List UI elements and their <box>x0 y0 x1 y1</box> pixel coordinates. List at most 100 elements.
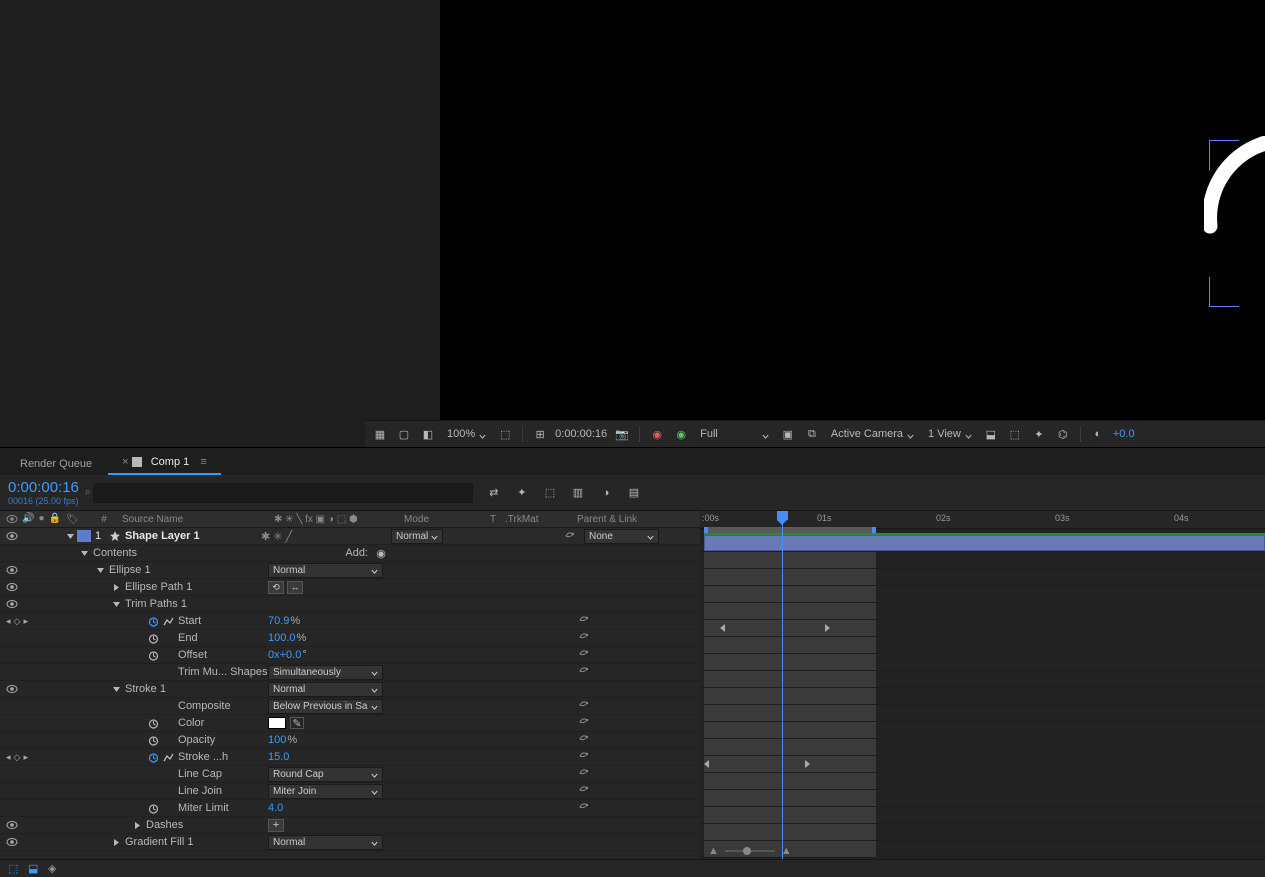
timeline-tracks[interactable]: :00s 01s 02s 03s 04s <box>700 511 1265 859</box>
layer-row[interactable]: 1 Shape Layer 1 ✱✳╱ Normal <box>0 528 700 545</box>
stopwatch-off-icon[interactable] <box>148 718 159 729</box>
track-row[interactable] <box>700 637 1265 654</box>
path-constrain-icon[interactable]: ↔ <box>287 581 303 594</box>
twirl-open-icon[interactable] <box>96 566 105 575</box>
path-direction-icon[interactable]: ⟲ <box>268 581 284 594</box>
pickwhip-icon[interactable] <box>578 766 592 780</box>
offset-value[interactable]: 0x+0.0 <box>268 649 307 661</box>
zoom-out-icon[interactable]: ▲ <box>708 845 719 857</box>
eye-icon[interactable] <box>6 564 18 576</box>
views-dropdown[interactable]: 1 View <box>924 428 976 440</box>
pickwhip-icon[interactable] <box>578 732 592 746</box>
pickwhip-icon[interactable] <box>578 630 592 644</box>
prop-stroke1[interactable]: Stroke 1 Normal <box>0 681 700 698</box>
col-source[interactable]: Source Name <box>118 514 270 525</box>
draft-3d-icon[interactable]: ✦ <box>513 484 531 502</box>
3d-icon[interactable]: ⬚ <box>1006 425 1024 443</box>
track-row[interactable] <box>700 654 1265 671</box>
exposure-reset-icon[interactable]: ◐ <box>1089 425 1107 443</box>
toggle-modes-icon[interactable]: ⬓ <box>28 862 42 876</box>
hide-shy-icon[interactable]: ⬚ <box>541 484 559 502</box>
pickwhip-icon[interactable] <box>578 613 592 627</box>
eye-icon[interactable] <box>6 836 18 848</box>
parent-dropdown[interactable]: None <box>584 529 659 544</box>
add-kf-icon[interactable]: ◇ <box>14 616 21 627</box>
track-row-strokew-kf[interactable] <box>700 756 1265 773</box>
pickwhip-icon[interactable] <box>578 800 592 814</box>
snapshot-layers-icon[interactable]: ▦ <box>371 425 389 443</box>
keyframe-ease-icon[interactable] <box>704 760 709 768</box>
track-row[interactable] <box>700 739 1265 756</box>
track-row[interactable] <box>700 807 1265 824</box>
col-t[interactable]: T <box>485 514 501 525</box>
track-row-start-kf[interactable] <box>700 620 1265 637</box>
fast-preview-icon[interactable]: ▣ <box>779 425 797 443</box>
pixel-aspect-icon[interactable]: ⬓ <box>982 425 1000 443</box>
col-parent[interactable]: Parent & Link <box>573 514 700 525</box>
frame-blend-icon[interactable]: ▥ <box>569 484 587 502</box>
keyframe-ease-icon[interactable] <box>805 760 810 768</box>
color-mgmt-icon[interactable]: ◉ <box>672 425 690 443</box>
track-row[interactable] <box>700 722 1265 739</box>
track-row[interactable] <box>700 773 1265 790</box>
camera-snapshot-icon[interactable]: 📷 <box>613 425 631 443</box>
stroke-width-value[interactable]: 15.0 <box>268 751 289 763</box>
track-row[interactable] <box>700 535 1265 552</box>
prev-kf-icon[interactable]: ◂ <box>6 616 11 627</box>
grid-icon[interactable]: ⊞ <box>531 425 549 443</box>
col-trkmat[interactable]: .TrkMat <box>501 514 573 525</box>
track-row[interactable] <box>700 688 1265 705</box>
tab-menu-icon[interactable]: ≡ <box>200 456 206 468</box>
effects-icon[interactable]: ✦ <box>1030 425 1048 443</box>
col-mode[interactable]: Mode <box>400 514 485 525</box>
track-row[interactable] <box>700 569 1265 586</box>
prop-ellipse1[interactable]: Ellipse 1 Normal <box>0 562 700 579</box>
twirl-open-icon[interactable] <box>66 532 75 541</box>
cti-head[interactable] <box>777 511 788 520</box>
trim-mult-dropdown[interactable]: Simultaneously <box>268 665 383 680</box>
timeline-search[interactable]: ⌕ <box>79 483 473 503</box>
eye-icon[interactable] <box>6 819 18 831</box>
stopwatch-on-icon[interactable] <box>148 616 159 627</box>
timeline-zoom-slider[interactable]: ▲ ▲ <box>708 845 792 857</box>
eye-icon[interactable] <box>6 598 18 610</box>
eye-icon[interactable] <box>6 530 18 542</box>
toggle-mask-icon[interactable]: ◧ <box>419 425 437 443</box>
pickwhip-icon[interactable] <box>578 749 592 763</box>
pickwhip-icon[interactable] <box>578 647 592 661</box>
motion-blur-icon[interactable]: ◑ <box>597 484 615 502</box>
graph-editor-icon[interactable]: ▤ <box>625 484 643 502</box>
exposure-value[interactable]: +0.0 <box>1113 428 1135 440</box>
eye-icon[interactable] <box>6 683 18 695</box>
comp-mini-flowchart-icon[interactable]: ⇄ <box>485 484 503 502</box>
pickwhip-icon[interactable] <box>578 715 592 729</box>
camera-dropdown[interactable]: Active Camera <box>827 428 918 440</box>
keyframe-ease-icon[interactable] <box>720 624 725 632</box>
pickwhip-icon[interactable] <box>578 783 592 797</box>
eyedropper-icon[interactable]: ✎ <box>290 717 304 729</box>
stopwatch-off-icon[interactable] <box>148 803 159 814</box>
track-row[interactable] <box>700 790 1265 807</box>
gradient-mode-dropdown[interactable]: Normal <box>268 835 383 850</box>
prop-dashes[interactable]: Dashes + <box>0 817 700 834</box>
graph-icon[interactable] <box>163 752 174 763</box>
prev-kf-icon[interactable]: ◂ <box>6 752 11 763</box>
tab-comp[interactable]: × Comp 1 ≡ <box>108 451 221 475</box>
next-kf-icon[interactable]: ▸ <box>23 616 28 627</box>
track-row[interactable] <box>700 671 1265 688</box>
timeline-icon[interactable]: ⧉ <box>803 425 821 443</box>
add-button[interactable]: ◉ <box>372 544 390 562</box>
pickwhip-icon[interactable] <box>578 664 592 678</box>
zoom-thumb[interactable] <box>743 847 751 855</box>
keyframe-ease-icon[interactable] <box>825 624 830 632</box>
resolution-dropdown[interactable]: Full <box>696 428 773 440</box>
stopwatch-off-icon[interactable] <box>148 633 159 644</box>
flowchart-icon[interactable]: ⌬ <box>1054 425 1072 443</box>
track-row[interactable] <box>700 824 1265 841</box>
layer-duration-bar[interactable] <box>704 535 1265 551</box>
track-row[interactable] <box>700 603 1265 620</box>
prop-gradient-fill[interactable]: Gradient Fill 1 Normal <box>0 834 700 851</box>
graph-icon[interactable] <box>163 616 174 627</box>
opacity-value[interactable]: 100 <box>268 734 297 746</box>
zoom-dropdown[interactable]: 100% <box>443 428 490 440</box>
